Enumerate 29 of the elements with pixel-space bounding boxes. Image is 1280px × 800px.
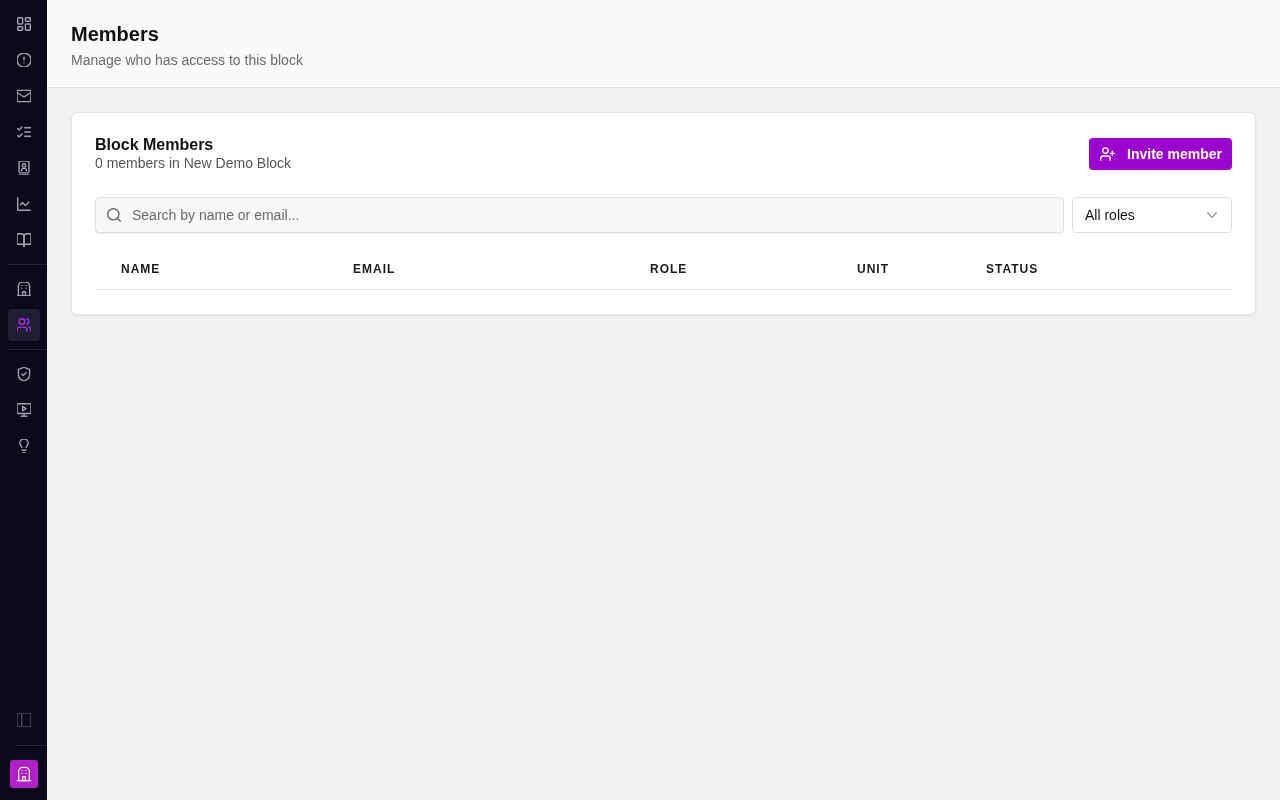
panel-left-icon [16,713,31,727]
users-icon [16,318,31,332]
building-icon [16,282,31,296]
dashboard-icon [16,17,31,31]
column-header: ROLE [650,262,688,276]
monitor-play-icon [16,403,31,417]
mail-icon [16,89,31,103]
user-plus-icon [1100,147,1116,161]
book-open-icon [16,233,31,247]
sidebar-nav-button[interactable] [7,309,40,341]
search-field[interactable]: Search by name or email... [95,197,1064,233]
column-header: NAME [121,262,161,276]
column-header: STATUS [986,262,1039,276]
page-subtitle: Manage who has access to this block [71,51,304,70]
column-header: EMAIL [353,262,396,276]
invite-member-button[interactable]: Invite member [1089,138,1232,170]
role-filter-dropdown[interactable]: All roles [1072,197,1232,233]
line-chart-icon [16,197,31,211]
card-subtitle: 0 members in New Demo Block [95,154,292,172]
card-title: Block Members [95,136,215,154]
contact-book-icon [16,161,31,175]
search-icon [107,208,121,222]
column-header: UNIT [857,262,889,276]
chevron-down-icon [1207,212,1217,218]
shield-check-icon [16,367,31,381]
building-tile-icon[interactable] [9,760,38,788]
lightbulb-icon [16,439,31,453]
page-title: Members [71,22,160,47]
checklist-icon [16,125,31,139]
